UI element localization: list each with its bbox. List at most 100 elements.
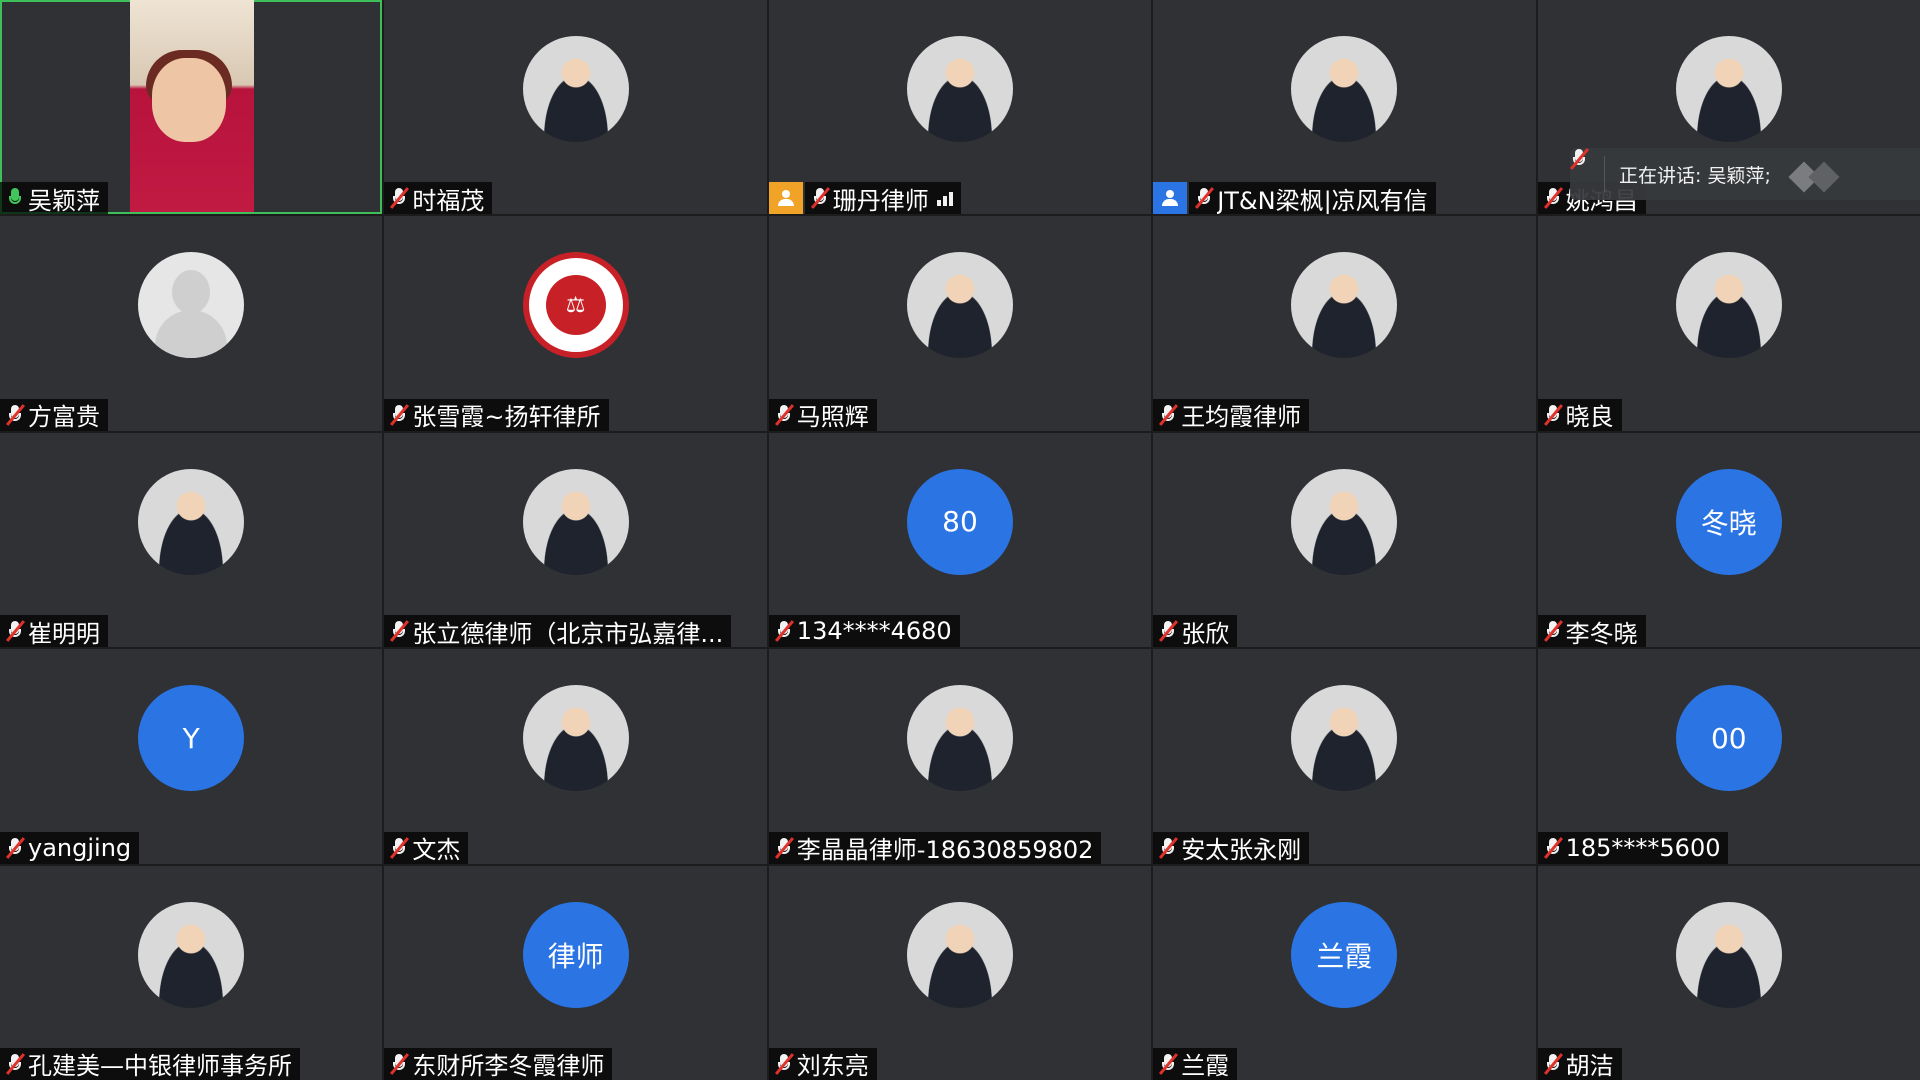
participant-tile[interactable]: 安太张永刚 bbox=[1153, 649, 1536, 864]
participant-name: 时福茂 bbox=[412, 186, 485, 215]
participant-tile[interactable]: 胡洁 bbox=[1537, 865, 1920, 1080]
participant-tile[interactable]: 张立德律师（北京市弘嘉律... bbox=[384, 432, 767, 648]
avatar bbox=[522, 468, 629, 575]
participant-tile[interactable]: 刘东亮 bbox=[768, 865, 1152, 1080]
muted-mic-icon bbox=[1543, 836, 1563, 859]
name-label-bar: 张雪霞~扬轩律所 bbox=[384, 398, 609, 431]
muted-mic-icon bbox=[774, 620, 794, 643]
participant-name: 马照辉 bbox=[796, 403, 869, 431]
participant-name: 185****5600 bbox=[1565, 833, 1721, 862]
participant-name: 崔明明 bbox=[28, 619, 100, 648]
participant-name: 胡洁 bbox=[1565, 1052, 1614, 1080]
speaking-label: 正在讲话: 吴颖萍; bbox=[1619, 164, 1771, 187]
participant-video bbox=[130, 0, 254, 212]
avatar bbox=[1675, 252, 1782, 359]
participant-tile[interactable]: 晓良 bbox=[1537, 216, 1920, 431]
muted-mic-icon bbox=[390, 403, 410, 426]
cohost-badge-icon bbox=[1153, 182, 1188, 215]
participant-tile[interactable]: 80 134****4680 bbox=[768, 432, 1152, 648]
participant-name: JT&N梁枫|凉风有信 bbox=[1217, 186, 1428, 215]
avatar bbox=[1675, 901, 1782, 1008]
participant-tile[interactable]: 时福茂 bbox=[384, 0, 767, 215]
muted-mic-icon bbox=[1543, 1053, 1563, 1075]
avatar bbox=[1675, 36, 1782, 142]
muted-mic-icon bbox=[774, 836, 794, 859]
participant-tile[interactable]: 马照辉 bbox=[768, 216, 1152, 431]
initials-avatar: 律师 bbox=[522, 901, 629, 1008]
avatar bbox=[906, 685, 1013, 792]
name-label-bar: 李冬晓 bbox=[1537, 615, 1646, 648]
muted-mic-icon bbox=[774, 403, 794, 426]
participant-name: 兰霞 bbox=[1181, 1052, 1230, 1080]
initials-avatar: 兰霞 bbox=[1291, 901, 1398, 1008]
participant-name: 李冬晓 bbox=[1565, 619, 1638, 648]
name-label-bar: 马照辉 bbox=[768, 398, 877, 431]
default-avatar-icon bbox=[138, 252, 245, 359]
avatar bbox=[522, 36, 629, 142]
participant-name: 晓良 bbox=[1565, 403, 1614, 431]
initials-avatar: 80 bbox=[906, 468, 1013, 575]
name-label-bar: 珊丹律师 bbox=[804, 182, 961, 215]
muted-mic-icon bbox=[5, 620, 26, 643]
participant-tile[interactable]: 王均霞律师 bbox=[1153, 216, 1536, 431]
participant-tile[interactable]: JT&N梁枫|凉风有信 bbox=[1153, 0, 1536, 215]
name-label-bar: 崔明明 bbox=[0, 615, 108, 648]
participant-name: 东财所李冬霞律师 bbox=[412, 1052, 605, 1080]
name-label-bar: 吴颖萍 bbox=[0, 182, 108, 215]
name-label-bar: 王均霞律师 bbox=[1153, 398, 1310, 431]
muted-mic-icon bbox=[390, 836, 410, 859]
participant-tile[interactable]: 律师东财所李冬霞律师 bbox=[384, 865, 767, 1080]
participant-name: 珊丹律师 bbox=[832, 186, 929, 215]
participant-tile[interactable]: 张欣 bbox=[1153, 432, 1536, 648]
participant-tile[interactable]: 00 185****5600 bbox=[1537, 649, 1920, 864]
avatar bbox=[522, 685, 629, 792]
participant-tile[interactable]: 珊丹律师 bbox=[768, 0, 1152, 215]
firm-logo-avatar: ⚖ bbox=[522, 252, 629, 359]
avatar bbox=[1291, 685, 1398, 792]
name-label-bar: 安太张永刚 bbox=[1153, 831, 1310, 864]
muted-mic-icon bbox=[1543, 187, 1563, 210]
name-label-bar: 胡洁 bbox=[1537, 1047, 1622, 1080]
participant-tile[interactable]: 文杰 bbox=[384, 649, 767, 864]
participant-tile[interactable]: ⚖ 张雪霞~扬轩律所 bbox=[384, 216, 767, 431]
muted-mic-icon bbox=[5, 1053, 26, 1075]
avatar bbox=[906, 36, 1013, 142]
initials-avatar: 冬晓 bbox=[1675, 468, 1782, 575]
name-label-bar: 东财所李冬霞律师 bbox=[384, 1047, 613, 1080]
name-label-bar: 文杰 bbox=[384, 831, 469, 864]
muted-mic-icon bbox=[390, 187, 410, 210]
avatar bbox=[138, 468, 245, 575]
participant-tile[interactable]: Yyangjing bbox=[0, 649, 383, 864]
muted-mic-icon bbox=[1159, 620, 1179, 643]
muted-mic-icon bbox=[5, 836, 26, 859]
avatar bbox=[1291, 36, 1398, 142]
participant-name: 李晶晶律师-18630859802 bbox=[796, 836, 1094, 864]
participant-name: 张立德律师（北京市弘嘉律... bbox=[412, 619, 724, 648]
participant-tile[interactable]: 冬晓李冬晓 bbox=[1537, 432, 1920, 648]
name-label-bar: 134****4680 bbox=[768, 615, 960, 648]
muted-mic-icon bbox=[1159, 1053, 1179, 1075]
participant-tile[interactable]: 方富贵 bbox=[0, 216, 383, 431]
initials-avatar: 00 bbox=[1675, 685, 1782, 792]
name-label-bar: 张欣 bbox=[1153, 615, 1238, 648]
muted-mic-icon bbox=[1159, 836, 1179, 859]
avatar bbox=[906, 252, 1013, 359]
participant-tile[interactable]: 孔建美—中银律师事务所 bbox=[0, 865, 383, 1080]
name-label-bar: yangjing bbox=[0, 831, 140, 864]
participant-tile[interactable]: 兰霞 兰霞 bbox=[1153, 865, 1536, 1080]
participant-name: 孔建美—中银律师事务所 bbox=[28, 1052, 292, 1080]
participant-name: 刘东亮 bbox=[796, 1052, 869, 1080]
participant-name: 吴颖萍 bbox=[28, 186, 100, 215]
participant-name: 张欣 bbox=[1181, 619, 1230, 648]
participant-tile[interactable]: 吴颖萍 bbox=[0, 0, 383, 215]
participant-name: 文杰 bbox=[412, 836, 461, 864]
participant-name: 134****4680 bbox=[796, 617, 952, 646]
host-badge-icon bbox=[768, 182, 803, 215]
muted-mic-icon bbox=[1543, 620, 1563, 643]
muted-mic-icon bbox=[1195, 187, 1215, 210]
name-label-bar: 刘东亮 bbox=[768, 1047, 877, 1080]
avatar bbox=[1291, 468, 1398, 575]
participant-tile[interactable]: 崔明明 bbox=[0, 432, 383, 648]
participant-tile[interactable]: 李晶晶律师-18630859802 bbox=[768, 649, 1152, 864]
muted-mic-icon bbox=[5, 403, 26, 426]
